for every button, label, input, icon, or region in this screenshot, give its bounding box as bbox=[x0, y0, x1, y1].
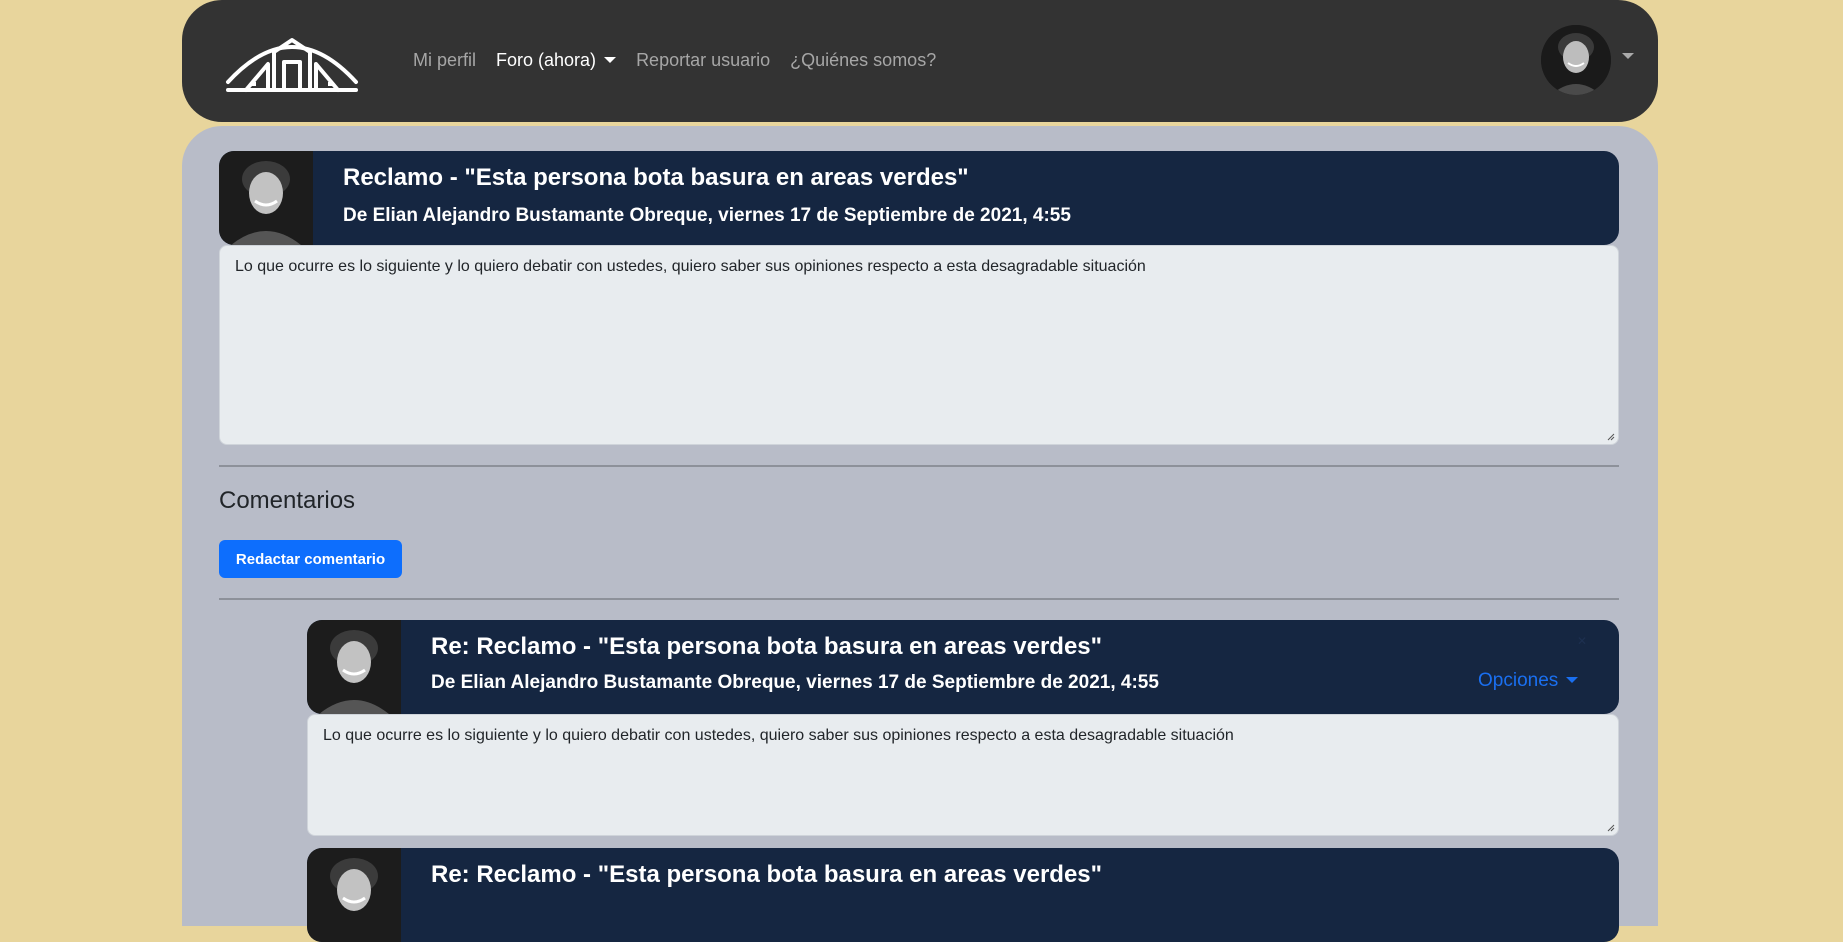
comment-header: Re: Reclamo - "Esta persona bota basura … bbox=[307, 848, 1619, 942]
comment-meta: De Elian Alejandro Bustamante Obreque, v… bbox=[431, 672, 1159, 693]
post-author-avatar[interactable] bbox=[219, 151, 313, 245]
nav-links: Mi perfil Foro (ahora) Reportar usuario … bbox=[413, 50, 956, 71]
nav-link-quienes-somos[interactable]: ¿Quiénes somos? bbox=[790, 50, 936, 71]
user-avatar[interactable] bbox=[1541, 25, 1611, 95]
comment-body-text: Lo que ocurre es lo siguiente y lo quier… bbox=[323, 727, 1234, 744]
chevron-down-icon bbox=[1566, 677, 1579, 683]
avatar-photo bbox=[307, 848, 401, 942]
resize-handle-icon[interactable] bbox=[1607, 824, 1615, 832]
comment-title: Re: Reclamo - "Esta persona bota basura … bbox=[431, 861, 1103, 888]
logo[interactable] bbox=[224, 30, 360, 94]
divider bbox=[219, 598, 1619, 600]
nav-link-foro-label: Foro (ahora) bbox=[496, 50, 597, 70]
comments-title: Comentarios bbox=[219, 487, 356, 514]
comment-options-dropdown[interactable]: Opciones bbox=[1478, 670, 1579, 692]
user-menu-chevron-icon[interactable] bbox=[1622, 53, 1634, 59]
write-comment-button[interactable]: Redactar comentario bbox=[219, 540, 402, 578]
nav-link-reportar-usuario[interactable]: Reportar usuario bbox=[636, 50, 770, 71]
divider bbox=[219, 465, 1619, 467]
avatar-photo bbox=[219, 151, 313, 245]
comment-author-avatar[interactable] bbox=[307, 848, 401, 942]
post-meta: De Elian Alejandro Bustamante Obreque, v… bbox=[343, 205, 1071, 226]
post-body-textarea[interactable]: Lo que ocurre es lo siguiente y lo quier… bbox=[219, 245, 1619, 445]
comment-author-avatar[interactable] bbox=[307, 620, 401, 714]
comment-title: Re: Reclamo - "Esta persona bota basura … bbox=[431, 633, 1103, 660]
avatar-photo bbox=[1541, 25, 1611, 95]
post-header: Reclamo - "Esta persona bota basura en a… bbox=[219, 151, 1619, 245]
resize-handle-icon[interactable] bbox=[1607, 433, 1615, 441]
comment-header: Re: Reclamo - "Esta persona bota basura … bbox=[307, 620, 1619, 714]
comment-body-textarea[interactable]: Lo que ocurre es lo siguiente y lo quier… bbox=[307, 714, 1619, 836]
post-title: Reclamo - "Esta persona bota basura en a… bbox=[343, 164, 969, 191]
nav-link-foro[interactable]: Foro (ahora) bbox=[496, 50, 617, 71]
comment-options-label: Opciones bbox=[1478, 670, 1559, 691]
close-icon[interactable]: ✕ bbox=[1577, 634, 1587, 648]
chevron-down-icon bbox=[604, 57, 617, 63]
nav-link-mi-perfil[interactable]: Mi perfil bbox=[413, 50, 476, 71]
avatar-photo bbox=[307, 620, 401, 714]
post-body-text: Lo que ocurre es lo siguiente y lo quier… bbox=[235, 258, 1146, 275]
